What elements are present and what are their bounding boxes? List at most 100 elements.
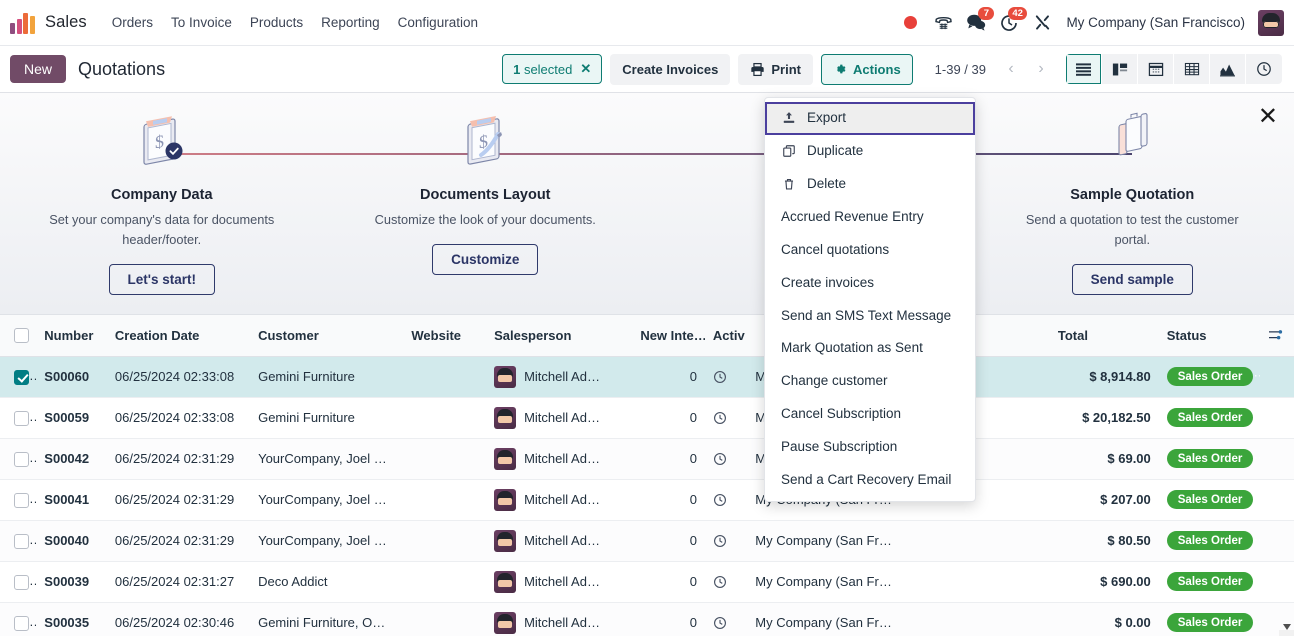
table-row[interactable]: S00042 06/25/2024 02:31:29 YourCompany, Jo… — [0, 438, 1294, 480]
cell-number[interactable]: S00039 — [36, 561, 107, 603]
vertical-scrollbar[interactable] — [1279, 624, 1294, 636]
send-sample-button[interactable]: Send sample — [1071, 263, 1193, 295]
menu-item-create-invoices[interactable]: Create invoices — [765, 267, 975, 300]
cell-website — [403, 602, 487, 636]
table-row[interactable]: S00060 06/25/2024 02:33:08 Gemini Furnitur… — [0, 356, 1294, 398]
table-row[interactable]: S00039 06/25/2024 02:31:27 Deco Addict Mitc… — [0, 561, 1294, 603]
activity-view-icon[interactable] — [1246, 54, 1282, 84]
odoo-bars-logo[interactable] — [10, 12, 36, 34]
table-row[interactable]: S00035 06/25/2024 02:30:46 Gemini Furnitur… — [0, 602, 1294, 636]
column-header-website[interactable]: Website — [403, 315, 487, 357]
kanban-view-icon[interactable] — [1102, 54, 1138, 84]
column-header-salesperson[interactable]: Salesperson — [486, 315, 633, 357]
print-button[interactable]: Print — [738, 53, 813, 85]
customize-button[interactable]: Customize — [432, 243, 539, 275]
cell-number[interactable]: S00041 — [36, 479, 107, 521]
cell-new-interest: 0 — [632, 479, 705, 521]
menu-configuration[interactable]: Configuration — [389, 9, 487, 36]
column-settings-icon[interactable] — [1259, 315, 1294, 357]
row-checkbox[interactable] — [0, 561, 37, 603]
menu-item-export[interactable]: Export — [765, 102, 975, 135]
actions-button[interactable]: Actions — [821, 53, 913, 85]
row-checkbox[interactable] — [0, 479, 37, 521]
menu-reporting[interactable]: Reporting — [312, 9, 389, 36]
row-checkbox[interactable] — [0, 397, 37, 439]
menu-item-label: Cancel Subscription — [781, 406, 902, 422]
cell-number[interactable]: S00060 — [36, 356, 107, 398]
pivot-view-icon[interactable] — [1174, 54, 1210, 84]
onboarding-step-documents-layout[interactable]: $ Documents Layout Customize the look of… — [324, 111, 648, 275]
column-header-total[interactable]: Total — [1049, 315, 1159, 357]
menu-item-accrued-revenue-entry[interactable]: Accrued Revenue Entry — [765, 201, 975, 234]
cell-status: Sales Order — [1158, 520, 1260, 562]
cell-activity[interactable] — [704, 602, 748, 636]
cell-creation-date: 06/25/2024 02:33:08 — [106, 356, 251, 398]
column-header-number[interactable]: Number — [36, 315, 107, 357]
selection-indicator[interactable]: 1 selected ✕ — [502, 54, 603, 84]
menu-orders[interactable]: Orders — [103, 9, 162, 36]
lets-start-button[interactable]: Let's start! — [108, 263, 215, 295]
user-avatar[interactable] — [1258, 9, 1284, 36]
cell-number[interactable]: S00035 — [36, 602, 107, 636]
menu-item-send-an-sms-text-message[interactable]: Send an SMS Text Message — [765, 300, 975, 333]
record-dot-icon[interactable] — [895, 8, 925, 38]
scroll-down-icon[interactable] — [1283, 624, 1291, 630]
dialpad-phone-icon[interactable] — [928, 8, 958, 38]
close-onboarding-icon[interactable]: ✕ — [1258, 105, 1278, 129]
menu-to-invoice[interactable]: To Invoice — [162, 9, 241, 36]
table-row[interactable]: S00040 06/25/2024 02:31:29 YourCompany, Jo… — [0, 520, 1294, 562]
calendar-view-icon[interactable] — [1138, 54, 1174, 84]
menu-products[interactable]: Products — [241, 9, 312, 36]
column-header-new-interest[interactable]: New Inte… — [632, 315, 705, 357]
clock-activity-icon[interactable]: 42 — [994, 6, 1028, 38]
menu-item-duplicate[interactable]: Duplicate — [765, 135, 975, 168]
cell-activity[interactable] — [704, 520, 748, 562]
column-header-status[interactable]: Status — [1158, 315, 1260, 357]
row-checkbox[interactable] — [0, 356, 37, 398]
cell-activity[interactable] — [704, 397, 748, 439]
cell-total: $ 207.00 — [1049, 479, 1159, 521]
cell-spacer — [1259, 520, 1294, 562]
cell-spacer — [1259, 438, 1294, 480]
onboarding-step-sample-quotation[interactable]: Sample Quotation Send a quotation to tes… — [971, 111, 1294, 295]
row-checkbox[interactable] — [0, 520, 37, 562]
table-row[interactable]: S00041 06/25/2024 02:31:29 YourCompany, Jo… — [0, 479, 1294, 521]
menu-item-delete[interactable]: Delete — [765, 168, 975, 201]
cell-number[interactable]: S00040 — [36, 520, 107, 562]
cell-customer: Gemini Furniture — [250, 356, 404, 398]
list-view-icon[interactable] — [1066, 54, 1102, 84]
column-header-creation-date[interactable]: Creation Date — [106, 315, 251, 357]
column-header-activities[interactable]: Activ — [704, 315, 748, 357]
create-invoices-button[interactable]: Create Invoices — [610, 53, 731, 85]
cell-activity[interactable] — [704, 561, 748, 603]
cell-number[interactable]: S00042 — [36, 438, 107, 480]
menu-item-cancel-subscription[interactable]: Cancel Subscription — [765, 398, 975, 431]
company-switcher[interactable]: My Company (San Francisco) — [1060, 15, 1255, 30]
cell-activity[interactable] — [704, 356, 748, 398]
menu-item-change-customer[interactable]: Change customer — [765, 365, 975, 398]
app-name[interactable]: Sales — [45, 13, 87, 32]
graph-view-icon[interactable] — [1210, 54, 1246, 84]
select-all-checkbox[interactable] — [0, 315, 37, 357]
chevron-right-icon[interactable]: › — [1026, 54, 1056, 84]
cell-website — [403, 438, 487, 480]
chat-bubble-icon[interactable]: 7 — [961, 6, 995, 38]
cell-activity[interactable] — [704, 438, 748, 480]
clear-selection-close-icon[interactable]: ✕ — [580, 61, 591, 77]
avatar — [494, 365, 517, 388]
cell-number[interactable]: S00059 — [36, 397, 107, 439]
row-checkbox[interactable] — [0, 602, 37, 636]
menu-item-pause-subscription[interactable]: Pause Subscription — [765, 431, 975, 464]
chevron-left-icon[interactable]: ‹ — [996, 54, 1026, 84]
cell-activity[interactable] — [704, 479, 748, 521]
row-checkbox[interactable] — [0, 438, 37, 480]
pager-counter[interactable]: 1-39 / 39 — [935, 62, 986, 77]
wrench-tools-icon[interactable] — [1027, 8, 1057, 38]
onboarding-step-company-data[interactable]: $ Company Data Set your company's data f… — [0, 111, 324, 295]
menu-item-send-a-cart-recovery-email[interactable]: Send a Cart Recovery Email — [765, 464, 975, 497]
menu-item-cancel-quotations[interactable]: Cancel quotations — [765, 234, 975, 267]
table-row[interactable]: S00059 06/25/2024 02:33:08 Gemini Furnitur… — [0, 397, 1294, 439]
new-button[interactable]: New — [10, 55, 67, 83]
menu-item-mark-quotation-as-sent[interactable]: Mark Quotation as Sent — [765, 332, 975, 365]
column-header-customer[interactable]: Customer — [250, 315, 404, 357]
